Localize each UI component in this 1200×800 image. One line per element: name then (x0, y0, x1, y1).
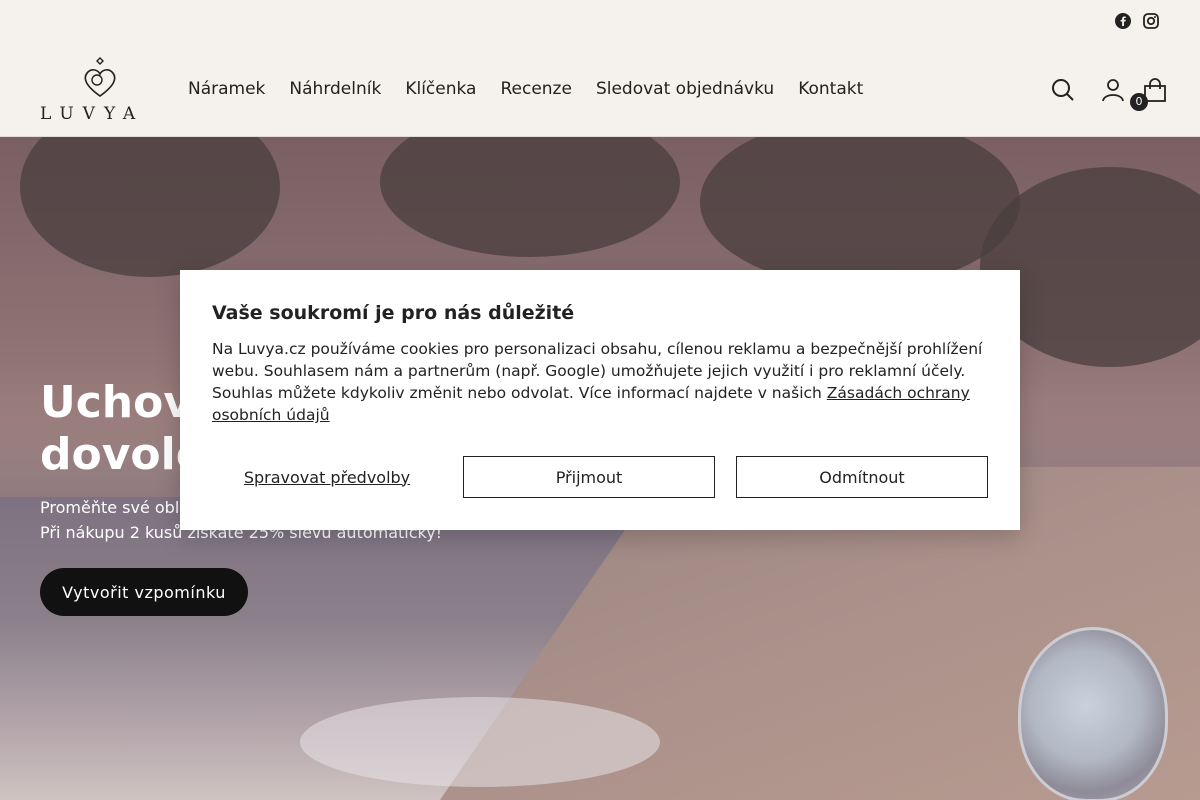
cookie-dialog-actions: Spravovat předvolby Přijmout Odmítnout (212, 456, 988, 498)
cookie-dialog-text: Na Luvya.cz používáme cookies pro person… (212, 338, 992, 426)
modal-overlay: Vaše soukromí je pro nás důležité Na Luv… (0, 0, 1200, 800)
accept-button[interactable]: Přijmout (463, 456, 715, 498)
cookie-dialog-title: Vaše soukromí je pro nás důležité (212, 302, 575, 324)
cookie-consent-dialog: Vaše soukromí je pro nás důležité Na Luv… (180, 270, 1020, 530)
manage-preferences-button[interactable]: Spravovat předvolby (212, 456, 442, 498)
reject-button[interactable]: Odmítnout (736, 456, 988, 498)
